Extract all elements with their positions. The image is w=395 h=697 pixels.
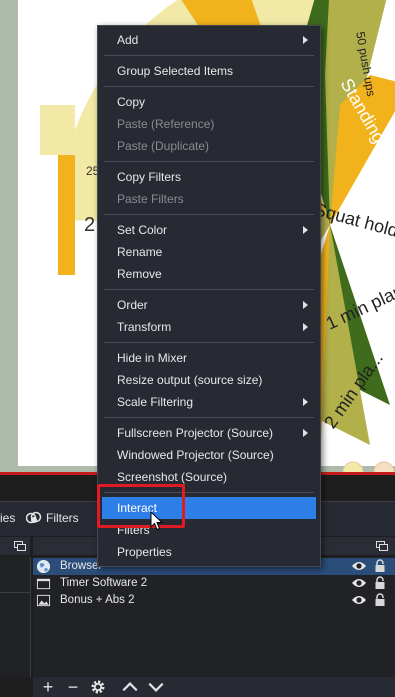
preview-control-icon bbox=[373, 461, 395, 472]
source-name: Timer Software 2 bbox=[60, 577, 148, 589]
remove-source-button[interactable]: − bbox=[62, 677, 84, 697]
sources-bottom-bar: + − bbox=[33, 677, 395, 697]
menu-item-scale-filtering[interactable]: Scale Filtering bbox=[98, 391, 320, 413]
chevron-up-icon[interactable] bbox=[121, 680, 139, 694]
list-item[interactable] bbox=[0, 592, 30, 609]
menu-item-transform[interactable]: Transform bbox=[98, 316, 320, 338]
menu-item-windowed-projector[interactable]: Windowed Projector (Source) bbox=[98, 444, 320, 466]
menu-item-paste-reference: Paste (Reference) bbox=[117, 117, 215, 131]
globe-icon bbox=[36, 559, 51, 574]
menu-item-resize-output[interactable]: Resize output (source size) bbox=[98, 369, 320, 391]
menu-item-add[interactable]: Add bbox=[98, 29, 320, 51]
submenu-arrow-icon bbox=[303, 36, 308, 44]
window-icon bbox=[36, 578, 51, 590]
menu-item-paste-duplicate: Paste (Duplicate) bbox=[117, 139, 210, 153]
menu-separator bbox=[104, 342, 314, 343]
lock-icon[interactable] bbox=[374, 559, 386, 573]
image-icon bbox=[36, 594, 51, 607]
menu-separator bbox=[104, 161, 314, 162]
lock-icon[interactable] bbox=[374, 593, 386, 607]
menu-item-properties[interactable]: Properties bbox=[98, 541, 320, 563]
menu-item-hide-in-mixer[interactable]: Hide in Mixer bbox=[98, 347, 320, 369]
float-dock-icon[interactable] bbox=[376, 541, 388, 551]
wheel-sector bbox=[58, 155, 75, 275]
source-row-bonus[interactable]: Bonus + Abs 2 bbox=[33, 592, 395, 609]
menu-item-group-selected[interactable]: Group Selected Items bbox=[98, 60, 320, 82]
submenu-arrow-icon bbox=[303, 323, 308, 331]
submenu-arrow-icon bbox=[303, 226, 308, 234]
menu-separator bbox=[104, 86, 314, 87]
menu-item-fullscreen-projector[interactable]: Fullscreen Projector (Source) bbox=[98, 422, 320, 444]
submenu-arrow-icon bbox=[303, 301, 308, 309]
source-row-timer[interactable]: Timer Software 2 bbox=[33, 575, 395, 592]
sources-list[interactable]: Browser Timer Software 2 Bonus + Abs 2 bbox=[33, 557, 395, 677]
eye-icon[interactable] bbox=[351, 594, 367, 606]
lock-icon[interactable] bbox=[374, 576, 386, 590]
menu-separator bbox=[104, 55, 314, 56]
eye-icon[interactable] bbox=[351, 577, 367, 589]
menu-separator bbox=[104, 289, 314, 290]
filters-icon bbox=[26, 511, 42, 524]
submenu-arrow-icon bbox=[303, 429, 308, 437]
wheel-sector bbox=[40, 105, 75, 155]
wheel-label: 2 bbox=[84, 214, 96, 236]
source-name: Browser bbox=[60, 560, 103, 572]
filters-button[interactable]: Filters bbox=[26, 511, 79, 525]
float-dock-icon[interactable] bbox=[14, 541, 26, 551]
gear-icon[interactable] bbox=[89, 679, 107, 695]
filters-label: Filters bbox=[46, 511, 79, 525]
menu-separator bbox=[104, 417, 314, 418]
menu-separator bbox=[104, 214, 314, 215]
mouse-cursor-icon bbox=[150, 511, 164, 531]
menu-item-set-color[interactable]: Set Color bbox=[98, 219, 320, 241]
highlight-annotation-box bbox=[97, 484, 185, 528]
add-source-button[interactable]: + bbox=[37, 677, 59, 697]
menu-item-copy-filters[interactable]: Copy Filters bbox=[98, 166, 320, 188]
chevron-down-icon[interactable] bbox=[147, 680, 165, 694]
source-name: Bonus + Abs 2 bbox=[60, 594, 135, 606]
preview-control-icon bbox=[342, 461, 364, 472]
menu-item-paste-filters: Paste Filters bbox=[117, 192, 184, 206]
properties-button[interactable]: ies bbox=[0, 511, 15, 525]
scenes-dock-header bbox=[0, 537, 30, 555]
menu-item-copy[interactable]: Copy bbox=[98, 91, 320, 113]
submenu-arrow-icon bbox=[303, 398, 308, 406]
menu-item-rename[interactable]: Rename bbox=[98, 241, 320, 263]
menu-item-remove[interactable]: Remove bbox=[98, 263, 320, 285]
eye-icon[interactable] bbox=[351, 560, 367, 572]
menu-item-order[interactable]: Order bbox=[98, 294, 320, 316]
scenes-list[interactable] bbox=[0, 557, 31, 677]
